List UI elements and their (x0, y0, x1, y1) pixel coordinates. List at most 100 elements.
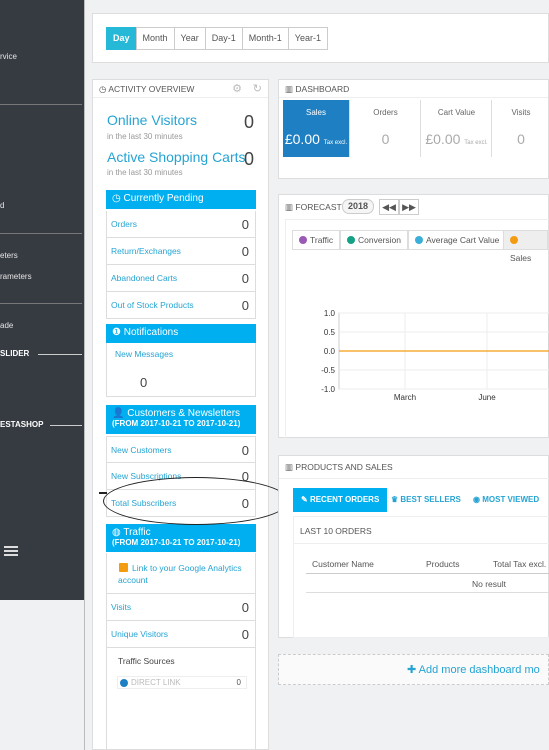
col-customer-name[interactable]: Customer Name (312, 559, 374, 569)
customers-row[interactable]: New Customers 0 (106, 436, 256, 463)
active-carts-value: 0 (244, 149, 255, 169)
kpi-orders[interactable]: Orders 0 (351, 100, 421, 157)
online-visitors-label[interactable]: Online Visitors (107, 112, 197, 128)
kpi-sales[interactable]: Sales £0.00 Tax excl. (283, 100, 350, 157)
no-result: No result (472, 579, 507, 589)
ga-box: Link to your Google Analytics account (106, 553, 256, 594)
sidebar-item[interactable]: ade (0, 321, 13, 330)
annotation-mark (99, 492, 107, 494)
kpi-cart-value[interactable]: Cart Value £0.00 Tax excl. (422, 100, 492, 157)
pending-returns-value: 0 (241, 244, 249, 259)
traffic-title: Traffic (123, 527, 151, 538)
gear-icon[interactable]: ⚙ (232, 80, 242, 98)
new-messages-label[interactable]: New Messages (115, 349, 173, 359)
sidebar-section-prestashop[interactable]: ESTASHOP (0, 420, 43, 429)
new-customers-label[interactable]: New Customers (111, 445, 171, 455)
add-more-modules[interactable]: ✚ Add more dashboard mo (278, 654, 549, 685)
divider (306, 573, 549, 574)
refresh-icon[interactable]: ↻ (253, 80, 262, 98)
pending-returns-label[interactable]: Return/Exchanges (111, 246, 181, 256)
next-year-icon[interactable]: ▶▶ (399, 199, 419, 215)
tab-best-sellers[interactable]: ♛ BEST SELLERS (391, 495, 461, 504)
pending-row[interactable]: Return/Exchanges 0 (106, 238, 256, 265)
tab-recent-orders[interactable]: ✎ RECENT ORDERS (293, 488, 388, 512)
sidebar-item[interactable]: d (0, 201, 4, 210)
sidebar-item[interactable]: eters (0, 251, 18, 260)
annotation-circle (103, 477, 289, 525)
pending-abandoned-label[interactable]: Abandoned Carts (111, 273, 177, 283)
day-button[interactable]: Day (106, 27, 137, 50)
direct-link-row[interactable]: DIRECT LINK 0 (117, 676, 247, 689)
tab-conversion[interactable]: Conversion (340, 230, 408, 250)
globe-icon: ◍ (112, 527, 121, 538)
pencil-icon: ✎ (301, 495, 308, 504)
pending-row[interactable]: Out of Stock Products 0 (106, 292, 256, 319)
unique-visitors-value: 0 (241, 627, 249, 642)
activity-overview-header: ◷ ACTIVITY OVERVIEW ⚙ ↻ (93, 80, 268, 98)
sidebar-dash (38, 354, 82, 355)
prev-day-button[interactable]: Day-1 (204, 27, 243, 50)
trophy-icon: ♛ (391, 495, 399, 504)
col-products[interactable]: Products (426, 559, 460, 569)
sidebar-dash (50, 425, 82, 426)
tab-sales[interactable]: Sales (503, 230, 548, 263)
sidebar-section-slider[interactable]: SLIDER (0, 349, 29, 358)
direct-link-label: DIRECT LINK (131, 678, 181, 687)
traffic-sources-box: Traffic Sources DIRECT LINK 0 (106, 648, 256, 750)
visits-value: 0 (241, 600, 249, 615)
ga-link[interactable]: Link to your Google Analytics account (118, 562, 253, 586)
active-carts-label[interactable]: Active Shopping Carts (107, 149, 246, 165)
chart-icon: ▥ (285, 84, 294, 94)
pending-title: Currently Pending (123, 193, 204, 204)
x-tick-label: June (478, 393, 496, 402)
last-orders-title: LAST 10 ORDERS (300, 526, 372, 536)
prev-year-icon[interactable]: ◀◀ (379, 199, 399, 215)
sales-dot (510, 236, 518, 244)
kpi-value: £0.00 (284, 131, 320, 147)
traffic-row[interactable]: Visits 0 (106, 594, 256, 621)
tab-traffic[interactable]: Traffic (292, 230, 341, 250)
add-more-label: ✚ Add more dashboard mo (407, 664, 540, 676)
pending-row[interactable]: Orders 0 (106, 211, 256, 238)
menu-toggle-icon[interactable] (4, 546, 18, 558)
forecast-title: FORECAST (295, 202, 342, 212)
year-button[interactable]: Year (173, 27, 206, 50)
y-tick-label: -0.5 (321, 366, 335, 375)
chart-icon: ▥ (285, 202, 294, 212)
traffic-sources-title: Traffic Sources (118, 656, 175, 666)
traffic-header: ◍ Traffic (FROM 2017-10-21 TO 2017-10-21… (106, 524, 256, 552)
kpi-visits[interactable]: Visits 0 (493, 100, 549, 157)
tab-label: MOST VIEWED (482, 495, 540, 504)
kpi-value: £0.00 (425, 131, 461, 147)
traffic-range: (FROM 2017-10-21 TO 2017-10-21) (112, 538, 241, 547)
tab-label: Conversion (358, 235, 401, 245)
pending-stock-label[interactable]: Out of Stock Products (111, 300, 194, 310)
pending-stock-value: 0 (241, 298, 249, 313)
forecast-year[interactable]: 2018 (342, 199, 375, 214)
col-total[interactable]: Total Tax excl. (493, 559, 546, 569)
online-visitors-sub: in the last 30 minutes (107, 132, 183, 141)
y-tick-label: 0.5 (324, 328, 336, 337)
pending-orders-label[interactable]: Orders (111, 219, 137, 229)
unique-visitors-label[interactable]: Unique Visitors (111, 629, 168, 639)
recent-orders-box: LAST 10 ORDERS Customer Name Products To… (293, 516, 549, 638)
visits-label[interactable]: Visits (111, 602, 131, 612)
sidebar-item[interactable]: rvice (0, 52, 17, 61)
traffic-row[interactable]: Unique Visitors 0 (106, 621, 256, 648)
products-title: PRODUCTS AND SALES (295, 462, 393, 472)
prev-month-button[interactable]: Month-1 (241, 27, 289, 50)
sidebar-item[interactable]: rameters (0, 272, 32, 281)
sidebar: rvice d eters rameters ade SLIDER ESTASH… (0, 0, 84, 600)
tab-average-cart[interactable]: Average Cart Value (408, 230, 507, 250)
divider (84, 0, 85, 750)
customers-range: (FROM 2017-10-21 TO 2017-10-21) (112, 419, 241, 428)
dashboard-title: DASHBOARD (295, 84, 350, 94)
pending-row[interactable]: Abandoned Carts 0 (106, 265, 256, 292)
dashboard-panel: ▥ DASHBOARD Sales £0.00 Tax excl. Orders 0… (278, 79, 549, 179)
pending-header: ◷ Currently Pending (106, 190, 256, 209)
month-button[interactable]: Month (135, 27, 175, 50)
kpi-label: Cart Value (437, 108, 476, 117)
traffic-dot (299, 236, 307, 244)
tab-most-viewed[interactable]: ◉ MOST VIEWED (473, 495, 539, 504)
prev-year-button[interactable]: Year-1 (287, 27, 328, 50)
